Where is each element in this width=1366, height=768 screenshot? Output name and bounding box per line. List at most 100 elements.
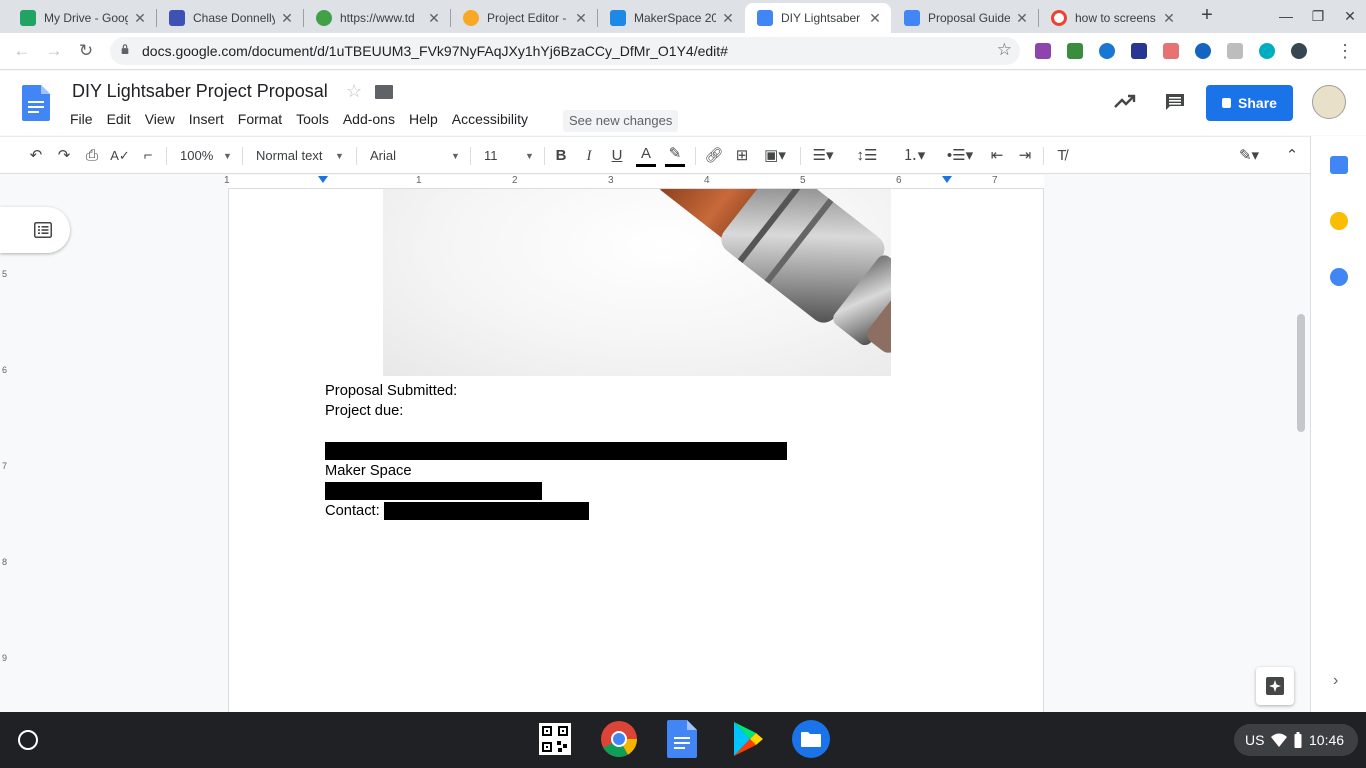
star-icon[interactable]: ☆ <box>346 81 362 102</box>
menu-add-ons[interactable]: Add-ons <box>343 111 395 127</box>
menu-tools[interactable]: Tools <box>296 111 329 127</box>
vertical-scrollbar[interactable] <box>1297 314 1305 432</box>
menu-file[interactable]: File <box>70 111 93 127</box>
comment-icon[interactable] <box>1165 93 1185 111</box>
minimize-button[interactable]: — <box>1276 6 1296 26</box>
close-icon[interactable]: ✕ <box>573 10 589 27</box>
calendar-icon[interactable] <box>1330 156 1348 174</box>
back-button[interactable]: ← <box>10 39 34 63</box>
explore-button[interactable] <box>1256 667 1294 705</box>
increase-indent-icon[interactable]: ⇥ <box>1015 145 1035 167</box>
menu-format[interactable]: Format <box>238 111 282 127</box>
highlight-color-icon[interactable]: ✎ <box>665 145 685 167</box>
redo-icon[interactable]: ↷ <box>54 145 74 167</box>
play-store-app-icon[interactable] <box>728 720 764 758</box>
browser-tab[interactable]: https://www.td ✕ <box>304 3 450 33</box>
contact-text[interactable]: Contact: <box>325 503 380 519</box>
activity-trend-icon[interactable] <box>1114 93 1136 109</box>
bulleted-list-icon[interactable]: •☰▾ <box>942 145 978 167</box>
browser-tab[interactable]: how to screens ✕ <box>1039 3 1185 33</box>
close-icon[interactable]: ✕ <box>132 10 148 27</box>
editing-mode-icon[interactable]: ✎▾ <box>1232 145 1266 167</box>
browser-tab-active[interactable]: DIY Lightsaber ✕ <box>745 3 891 33</box>
close-icon[interactable]: ✕ <box>279 10 295 27</box>
new-tab-button[interactable]: + <box>1196 5 1218 27</box>
close-icon[interactable]: ✕ <box>867 10 883 27</box>
address-bar[interactable]: docs.google.com/document/d/1uTBEUUM3_FVk… <box>110 37 1020 65</box>
extension-icon[interactable] <box>1163 43 1179 59</box>
bookmark-star-icon[interactable]: ☆ <box>997 40 1012 60</box>
insert-image-icon[interactable]: ▣▾ <box>760 145 790 167</box>
font-select[interactable]: Arial ▼ <box>370 145 460 167</box>
extension-icon[interactable] <box>1227 43 1243 59</box>
close-icon[interactable]: ✕ <box>426 10 442 27</box>
browser-menu-icon[interactable]: ⋮ <box>1336 39 1354 63</box>
browser-tab[interactable]: Chase Donnelly ✕ <box>157 3 303 33</box>
close-window-button[interactable]: ✕ <box>1340 6 1360 26</box>
qr-code-app-icon[interactable] <box>537 720 573 758</box>
bold-icon[interactable]: B <box>552 145 570 167</box>
add-comment-icon[interactable]: ⊞ <box>732 145 752 167</box>
chevron-up-icon[interactable]: ⌃ <box>1282 145 1302 167</box>
document-page[interactable]: Proposal Submitted: Project due: Maker S… <box>228 189 1044 712</box>
zoom-select[interactable]: 100% ▼ <box>180 145 232 167</box>
close-icon[interactable]: ✕ <box>720 10 736 27</box>
menu-accessibility[interactable]: Accessibility <box>452 111 528 127</box>
decrease-indent-icon[interactable]: ⇤ <box>987 145 1007 167</box>
print-icon[interactable]: ⎙ <box>82 145 102 167</box>
launcher-button[interactable] <box>18 730 38 750</box>
spellcheck-icon[interactable]: A✓ <box>110 145 130 167</box>
left-indent-marker[interactable] <box>318 176 328 183</box>
info-icon[interactable] <box>1195 43 1211 59</box>
extension-icon[interactable] <box>1035 43 1051 59</box>
menu-edit[interactable]: Edit <box>107 111 131 127</box>
see-new-changes-button[interactable]: See new changes <box>563 110 679 132</box>
project-due-text[interactable]: Project due: <box>325 403 403 419</box>
status-tray[interactable]: US 10:46 <box>1234 724 1358 756</box>
extension-icon[interactable] <box>1131 43 1147 59</box>
tasks-icon[interactable] <box>1330 268 1348 286</box>
paint-format-icon[interactable]: ⌐ <box>138 145 158 167</box>
document-outline-button[interactable] <box>0 207 70 253</box>
browser-tab[interactable]: MakerSpace 20 ✕ <box>598 3 744 33</box>
avatar[interactable] <box>1312 85 1346 119</box>
reload-button[interactable]: ↻ <box>74 39 98 63</box>
document-canvas[interactable]: 5 6 7 8 9 Proposal Submitted: Project du… <box>0 189 1310 712</box>
menu-help[interactable]: Help <box>409 111 438 127</box>
underline-icon[interactable]: U <box>608 145 626 167</box>
browser-tab[interactable]: Proposal Guide ✕ <box>892 3 1038 33</box>
browser-tab[interactable]: Project Editor - ✕ <box>451 3 597 33</box>
extension-icon[interactable] <box>1259 43 1275 59</box>
browser-tab[interactable]: My Drive - Goog ✕ <box>8 3 156 33</box>
italic-icon[interactable]: I <box>580 145 598 167</box>
align-icon[interactable]: ☰▾ <box>808 145 838 167</box>
close-icon[interactable]: ✕ <box>1161 10 1177 27</box>
right-indent-marker[interactable] <box>942 176 952 183</box>
maker-space-text[interactable]: Maker Space <box>325 463 412 479</box>
lightsaber-image[interactable] <box>383 189 891 376</box>
extension-icon[interactable] <box>1067 43 1083 59</box>
extension-icon[interactable] <box>1099 43 1115 59</box>
numbered-list-icon[interactable]: ⒈▾ <box>896 145 932 167</box>
paragraph-style-select[interactable]: Normal text ▼ <box>256 145 346 167</box>
menu-insert[interactable]: Insert <box>189 111 224 127</box>
extension-icon[interactable] <box>1291 43 1307 59</box>
keep-icon[interactable] <box>1330 212 1348 230</box>
font-size-select[interactable]: 11 ▼ <box>484 145 536 167</box>
menu-view[interactable]: View <box>145 111 175 127</box>
docs-app-icon[interactable] <box>667 720 703 758</box>
link-icon[interactable]: 🔗︎ <box>704 145 724 167</box>
document-title[interactable]: DIY Lightsaber Project Proposal <box>72 81 328 102</box>
share-button[interactable]: Share <box>1206 85 1293 121</box>
chevron-right-icon[interactable]: › <box>1333 672 1338 690</box>
clear-formatting-icon[interactable]: T̸ <box>1052 145 1072 167</box>
close-icon[interactable]: ✕ <box>1014 10 1030 27</box>
maximize-button[interactable]: ❐ <box>1308 6 1328 26</box>
files-app-icon[interactable] <box>791 720 830 758</box>
chrome-app-icon[interactable] <box>600 720 637 758</box>
line-spacing-icon[interactable]: ↕☰ <box>856 145 878 167</box>
undo-icon[interactable]: ↶ <box>26 145 46 167</box>
docs-logo-icon[interactable] <box>22 85 50 121</box>
forward-button[interactable]: → <box>42 39 66 63</box>
proposal-submitted-text[interactable]: Proposal Submitted: <box>325 383 457 399</box>
